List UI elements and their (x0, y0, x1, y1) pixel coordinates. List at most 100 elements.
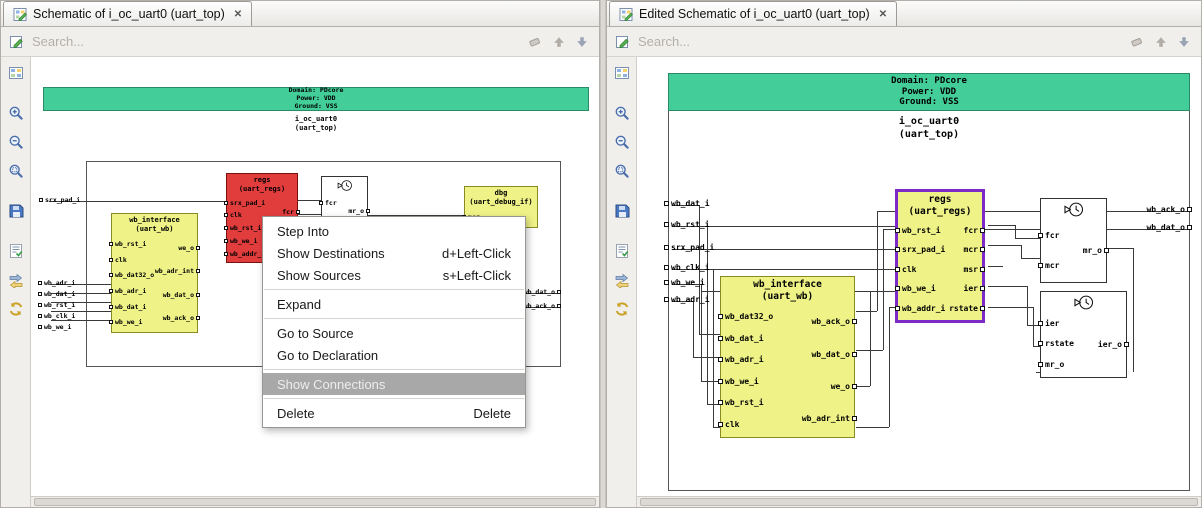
block-port[interactable]: wb_dat32_o (718, 312, 773, 321)
schematic-port[interactable]: wb_ack_o (524, 302, 561, 310)
block-port[interactable]: wb_dat32_o (109, 271, 154, 279)
scrollbar-thumb[interactable] (640, 498, 1198, 506)
block-port[interactable]: mr_o (348, 207, 370, 215)
block-port[interactable]: we_o (178, 244, 200, 252)
schematic-port[interactable]: wb_adr_i (38, 279, 75, 287)
block-port[interactable]: ier (1038, 319, 1074, 328)
block-port[interactable]: wb_we_i (718, 377, 773, 386)
schematic-port[interactable]: wb_dat_o (1146, 223, 1192, 232)
block-port[interactable]: fcr (282, 208, 300, 216)
block-port[interactable]: wb_rst_i (224, 224, 265, 232)
search-input[interactable] (638, 34, 1123, 49)
schematic-port[interactable]: srx_pad_i (664, 243, 714, 252)
save-button[interactable] (610, 200, 634, 222)
close-icon[interactable]: ✕ (879, 9, 887, 20)
schematic-port[interactable]: wb_dat_i (38, 290, 75, 298)
block-port[interactable]: wb_ack_o (163, 314, 200, 322)
block-port[interactable]: clk (224, 211, 265, 219)
save-button[interactable] (4, 200, 28, 222)
block-port[interactable]: wb_adr_int (155, 267, 200, 275)
block-port[interactable]: rstate (949, 304, 985, 313)
block-port[interactable]: wb_dat_i (109, 303, 154, 311)
menu-item-delete[interactable]: Delete Delete (263, 402, 525, 424)
close-icon[interactable]: ✕ (234, 9, 242, 20)
block-port[interactable]: wb_dat_i (718, 334, 773, 343)
find-next-button[interactable] (575, 35, 589, 49)
block-port[interactable]: wb_rst_i (895, 226, 945, 235)
block-wb-interface[interactable]: wb_interface (uart_wb) wb_rst_i clk wb_dat3… (109, 213, 200, 333)
block-port[interactable]: wb_rst_i (109, 240, 154, 248)
find-next-button[interactable] (1177, 35, 1191, 49)
report-button[interactable] (4, 240, 28, 262)
find-previous-button[interactable] (552, 35, 566, 49)
schematic-port[interactable]: wb_ack_o (1146, 205, 1192, 214)
schematic-port[interactable]: wb_dat_o (524, 288, 561, 296)
report-button[interactable] (610, 240, 634, 262)
schematic-port[interactable]: wb_rst_i (664, 220, 710, 229)
menu-item-go-to-declaration[interactable]: Go to Declaration (263, 344, 525, 366)
schematic-port[interactable]: wb_rst_i (38, 301, 75, 309)
zoom-out-button[interactable] (610, 131, 634, 153)
block-port[interactable]: fcr (964, 226, 985, 235)
menu-item-expand[interactable]: Expand (263, 293, 525, 315)
zoom-in-button[interactable] (610, 102, 634, 124)
block-port[interactable]: wb_adr_i (718, 355, 773, 364)
block-port[interactable]: fcr (1038, 231, 1059, 240)
schematic-canvas-left[interactable]: Domain: PDcore Power: VDD Ground: VSS i_oc… (31, 57, 599, 496)
block-port[interactable]: srx_pad_i (895, 245, 945, 254)
block-port[interactable]: mr_o (1083, 246, 1109, 255)
block-port[interactable]: we_o (831, 382, 857, 391)
block-mux-b[interactable]: ier rstate mr_o ier_o (1038, 291, 1129, 378)
block-port[interactable]: wb_addr_i (224, 250, 265, 258)
block-port[interactable]: wb_adr_i (109, 287, 154, 295)
menu-item-go-to-source[interactable]: Go to Source (263, 322, 525, 344)
clear-search-button[interactable] (528, 34, 543, 49)
block-regs[interactable]: regs (uart_regs) wb_rst_i srx_pad_i clk wb_w… (895, 189, 985, 323)
diagram-palette-button[interactable] (4, 62, 28, 84)
block-port[interactable]: wb_we_i (895, 284, 945, 293)
block-wb-interface[interactable]: wb_interface (uart_wb) wb_dat32_o wb_dat_i… (718, 276, 857, 438)
refresh-button[interactable] (610, 298, 634, 320)
compare-button[interactable] (610, 269, 634, 291)
diagram-palette-button[interactable] (610, 62, 634, 84)
block-mux-a[interactable]: fcr mcr mr_o (1038, 198, 1109, 283)
schematic-canvas-right[interactable]: Domain: PDcore Power: VDD Ground: VSS i_oc… (637, 57, 1201, 496)
block-port[interactable]: wb_rst_i (718, 398, 773, 407)
block-port[interactable]: mr_o (1038, 360, 1074, 369)
block-port[interactable]: clk (895, 265, 945, 274)
block-port[interactable]: wb_dat_o (811, 350, 857, 359)
block-port[interactable]: wb_we_i (109, 318, 154, 326)
search-input[interactable] (32, 34, 521, 49)
menu-item-step-into[interactable]: Step Into (263, 220, 525, 242)
block-port[interactable]: rstate (1038, 339, 1074, 348)
tab-edited-schematic[interactable]: Edited Schematic of i_oc_uart0 (uart_top… (609, 1, 898, 26)
zoom-fit-button[interactable] (4, 160, 28, 182)
scrollbar-thumb[interactable] (34, 498, 596, 506)
schematic-port[interactable]: wb_we_i (38, 323, 75, 331)
block-port[interactable]: clk (109, 256, 154, 264)
compare-button[interactable] (4, 269, 28, 291)
horizontal-scrollbar[interactable] (637, 496, 1201, 507)
block-port[interactable]: fcr (319, 199, 337, 207)
block-port[interactable]: wb_dat_o (163, 291, 200, 299)
edit-schematic-button[interactable] (615, 34, 631, 50)
block-port[interactable]: clk (718, 420, 773, 429)
zoom-fit-button[interactable] (610, 160, 634, 182)
schematic-port[interactable]: srx_pad_i (39, 196, 80, 204)
block-port[interactable]: wb_adr_int (802, 414, 857, 423)
zoom-in-button[interactable] (4, 102, 28, 124)
block-port[interactable]: ier_o (1098, 340, 1129, 349)
menu-item-show-sources[interactable]: Show Sources s+Left-Click (263, 264, 525, 286)
edit-schematic-button[interactable] (9, 34, 25, 50)
clear-search-button[interactable] (1130, 34, 1145, 49)
schematic-port[interactable]: wb_adr_i (664, 295, 710, 304)
find-previous-button[interactable] (1154, 35, 1168, 49)
tab-schematic[interactable]: Schematic of i_oc_uart0 (uart_top) ✕ (3, 1, 253, 26)
block-port[interactable]: msr (964, 265, 985, 274)
block-port[interactable]: srx_pad_i (224, 199, 265, 207)
menu-item-show-connections[interactable]: Show Connections (263, 373, 525, 395)
block-port[interactable]: mcr (964, 245, 985, 254)
block-port[interactable]: wb_we_i (224, 237, 265, 245)
schematic-port[interactable]: wb_clk_i (664, 263, 710, 272)
schematic-port[interactable]: wb_dat_i (664, 199, 710, 208)
